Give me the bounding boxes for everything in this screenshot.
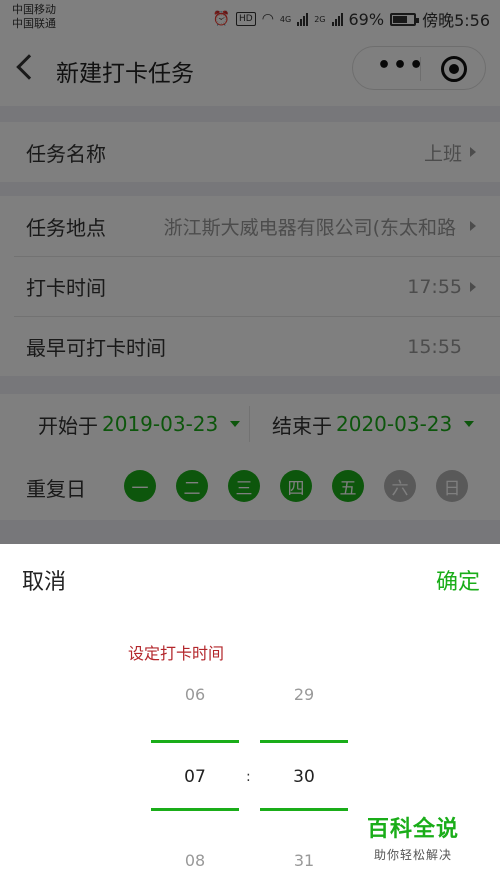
hour-selected[interactable]: 07 — [151, 767, 239, 787]
time-separator: : — [246, 769, 251, 785]
watermark: 百科全说 助你轻松解决 — [350, 803, 476, 862]
selection-line — [260, 740, 348, 743]
selection-line — [260, 808, 348, 811]
minute-selected[interactable]: 30 — [260, 767, 348, 787]
hour-option[interactable]: 06 — [151, 685, 239, 704]
selection-line — [151, 740, 239, 743]
minute-option[interactable]: 29 — [260, 685, 348, 704]
cancel-button[interactable]: 取消 — [22, 564, 66, 596]
hour-option[interactable]: 08 — [151, 851, 239, 870]
selection-line — [151, 808, 239, 811]
watermark-subtitle: 助你轻松解决 — [373, 848, 452, 862]
watermark-title: 百科全说 — [366, 817, 459, 842]
minute-option[interactable]: 31 — [260, 851, 348, 870]
picker-title: 设定打卡时间 — [128, 644, 225, 663]
confirm-button[interactable]: 确定 — [436, 564, 480, 596]
